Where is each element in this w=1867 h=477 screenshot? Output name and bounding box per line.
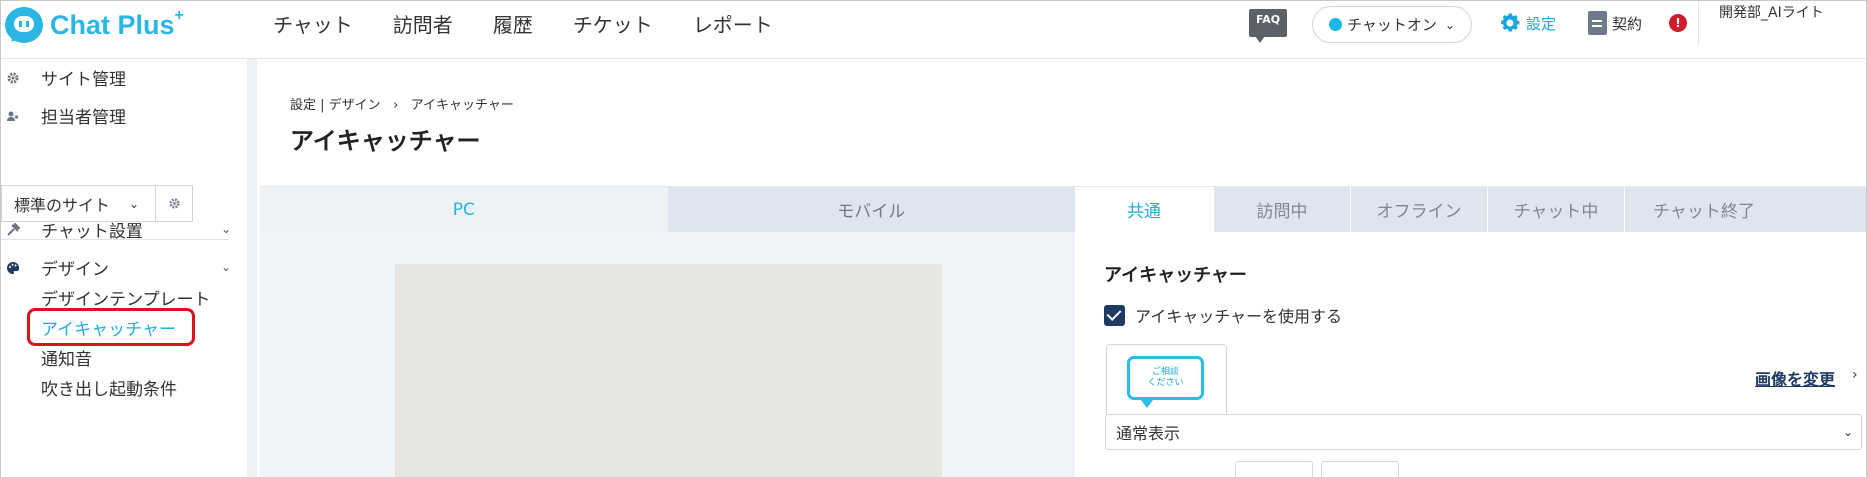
nav-reports[interactable]: レポート xyxy=(693,9,773,38)
chevron-down-icon[interactable]: ⌄ xyxy=(221,222,231,236)
thumbnail-text-line2: ください xyxy=(1147,378,1184,388)
settings-link[interactable]: 設定 xyxy=(1498,11,1556,35)
site-select-value: 標準のサイト xyxy=(14,195,111,215)
checkbox-checked-icon[interactable] xyxy=(1104,304,1125,326)
gear-icon xyxy=(168,198,180,209)
sidebar-subitem-balloon-trigger[interactable]: 吹き出し起動条件 xyxy=(41,375,177,400)
sidebar-scrollbar[interactable] xyxy=(247,59,257,477)
logo-text: Chat Plus xyxy=(50,9,175,40)
logo-bubble-icon xyxy=(5,7,43,43)
tab-mobile[interactable]: モバイル xyxy=(667,187,1075,232)
use-eyecatcher-label: アイキャッチャーを使用する xyxy=(1135,307,1343,326)
eyecatcher-thumbnail[interactable]: ご相談 ください xyxy=(1106,344,1227,418)
document-icon xyxy=(1588,11,1607,35)
chat-status-dropdown[interactable]: チャットオン ⌄ xyxy=(1312,6,1472,43)
site-settings-button[interactable] xyxy=(155,186,192,221)
cut-off-buttons xyxy=(1235,461,1407,477)
chevron-down-icon[interactable]: ⌄ xyxy=(221,260,231,274)
breadcrumb-design[interactable]: デザイン xyxy=(329,98,381,113)
display-mode-select[interactable]: 通常表示 ⌄ xyxy=(1105,414,1862,450)
logo-plus: + xyxy=(174,6,184,24)
tab-common[interactable]: 共通 xyxy=(1075,187,1213,232)
contract-label: 契約 xyxy=(1612,14,1643,33)
sidebar-subitem-design-template[interactable]: デザインテンプレート xyxy=(41,285,211,310)
panel-title: アイキャッチャー xyxy=(1104,265,1247,286)
thumbnail-text-line1: ご相談 xyxy=(1151,367,1179,377)
main-nav: チャット 訪問者 履歴 チケット レポート xyxy=(273,1,813,45)
chevron-down-icon: ⌄ xyxy=(1842,425,1853,439)
breadcrumb-settings[interactable]: 設定 xyxy=(290,98,316,113)
sidebar-item-label: デザイン xyxy=(41,260,109,280)
header-divider xyxy=(1698,1,1699,45)
cut-off-button[interactable] xyxy=(1321,461,1399,477)
users-icon xyxy=(7,111,19,121)
sidebar-item-staff-management[interactable]: 担当者管理 xyxy=(1,103,126,128)
chat-plus-logo[interactable]: Chat Plus+ xyxy=(5,5,184,45)
chevron-down-icon: ⌄ xyxy=(1444,17,1455,32)
sidebar-item-label: サイト管理 xyxy=(41,70,126,90)
nav-chat[interactable]: チャット xyxy=(273,9,353,38)
tab-pc[interactable]: PC xyxy=(260,187,668,232)
chevron-right-icon: › xyxy=(1852,367,1858,383)
cut-off-button[interactable] xyxy=(1235,461,1313,477)
breadcrumb-current: アイキャッチャー xyxy=(410,98,514,113)
settings-label: 設定 xyxy=(1526,14,1557,33)
status-dot-icon xyxy=(1329,18,1342,31)
sidebar-item-site-management[interactable]: サイト管理 xyxy=(1,65,126,90)
contract-link[interactable]: 契約 xyxy=(1588,11,1642,35)
speech-bubble-tail xyxy=(1141,400,1153,408)
sidebar-subitem-notification-sound[interactable]: 通知音 xyxy=(41,345,92,370)
page-title: アイキャッチャー xyxy=(290,127,481,155)
alert-icon[interactable]: ! xyxy=(1669,14,1687,32)
breadcrumb-arrow: › xyxy=(384,98,407,113)
preview-tabs: PC モバイル xyxy=(260,187,1075,232)
gear-icon xyxy=(1501,13,1520,32)
breadcrumb: 設定 | デザイン › アイキャッチャー xyxy=(290,94,514,113)
chevron-down-icon: ⌄ xyxy=(129,196,140,211)
gear-icon xyxy=(7,72,19,83)
main-content: 設定 | デザイン › アイキャッチャー アイキャッチャー PC モバイル 共通… xyxy=(257,59,1866,477)
tools-icon xyxy=(7,222,20,236)
highlight-annotation xyxy=(27,308,195,346)
tab-offline[interactable]: オフライン xyxy=(1350,187,1487,232)
top-header: Chat Plus+ チャット 訪問者 履歴 チケット レポート FAQ チャッ… xyxy=(1,1,1866,59)
sidebar-item-design[interactable]: デザイン xyxy=(1,255,109,280)
tab-chatting[interactable]: チャット中 xyxy=(1487,187,1624,232)
tab-visiting[interactable]: 訪問中 xyxy=(1213,187,1350,232)
nav-tickets[interactable]: チケット xyxy=(573,9,653,38)
user-menu[interactable]: 開発部_AIライト xyxy=(1719,3,1839,24)
tab-chat-ended[interactable]: チャット終了 xyxy=(1624,187,1866,232)
sidebar-item-label: 担当者管理 xyxy=(41,108,126,128)
preview-canvas xyxy=(395,264,942,477)
breadcrumb-separator: | xyxy=(320,98,329,113)
nav-visitors[interactable]: 訪問者 xyxy=(393,9,453,38)
settings-tabs: 共通 訪問中 オフライン チャット中 チャット終了 xyxy=(1075,187,1866,232)
display-mode-value: 通常表示 xyxy=(1116,424,1181,443)
use-eyecatcher-checkbox[interactable]: アイキャッチャーを使用する xyxy=(1104,303,1342,327)
nav-history[interactable]: 履歴 xyxy=(493,9,533,38)
sidebar-item-label: チャット設置 xyxy=(41,222,143,242)
faq-icon[interactable]: FAQ xyxy=(1249,9,1287,43)
sidebar: サイト管理 担当者管理 標準のサイト ⌄ チャット設置 ⌄ デザイン ⌄ デザイ… xyxy=(1,59,247,477)
change-image-link[interactable]: 画像を変更 xyxy=(1755,366,1835,390)
sidebar-item-chat-install[interactable]: チャット設置 xyxy=(1,217,143,242)
status-label: チャットオン xyxy=(1347,16,1437,34)
speech-bubble-image: ご相談 ください xyxy=(1127,356,1204,400)
palette-icon xyxy=(7,261,20,274)
preview-area xyxy=(260,232,1075,477)
